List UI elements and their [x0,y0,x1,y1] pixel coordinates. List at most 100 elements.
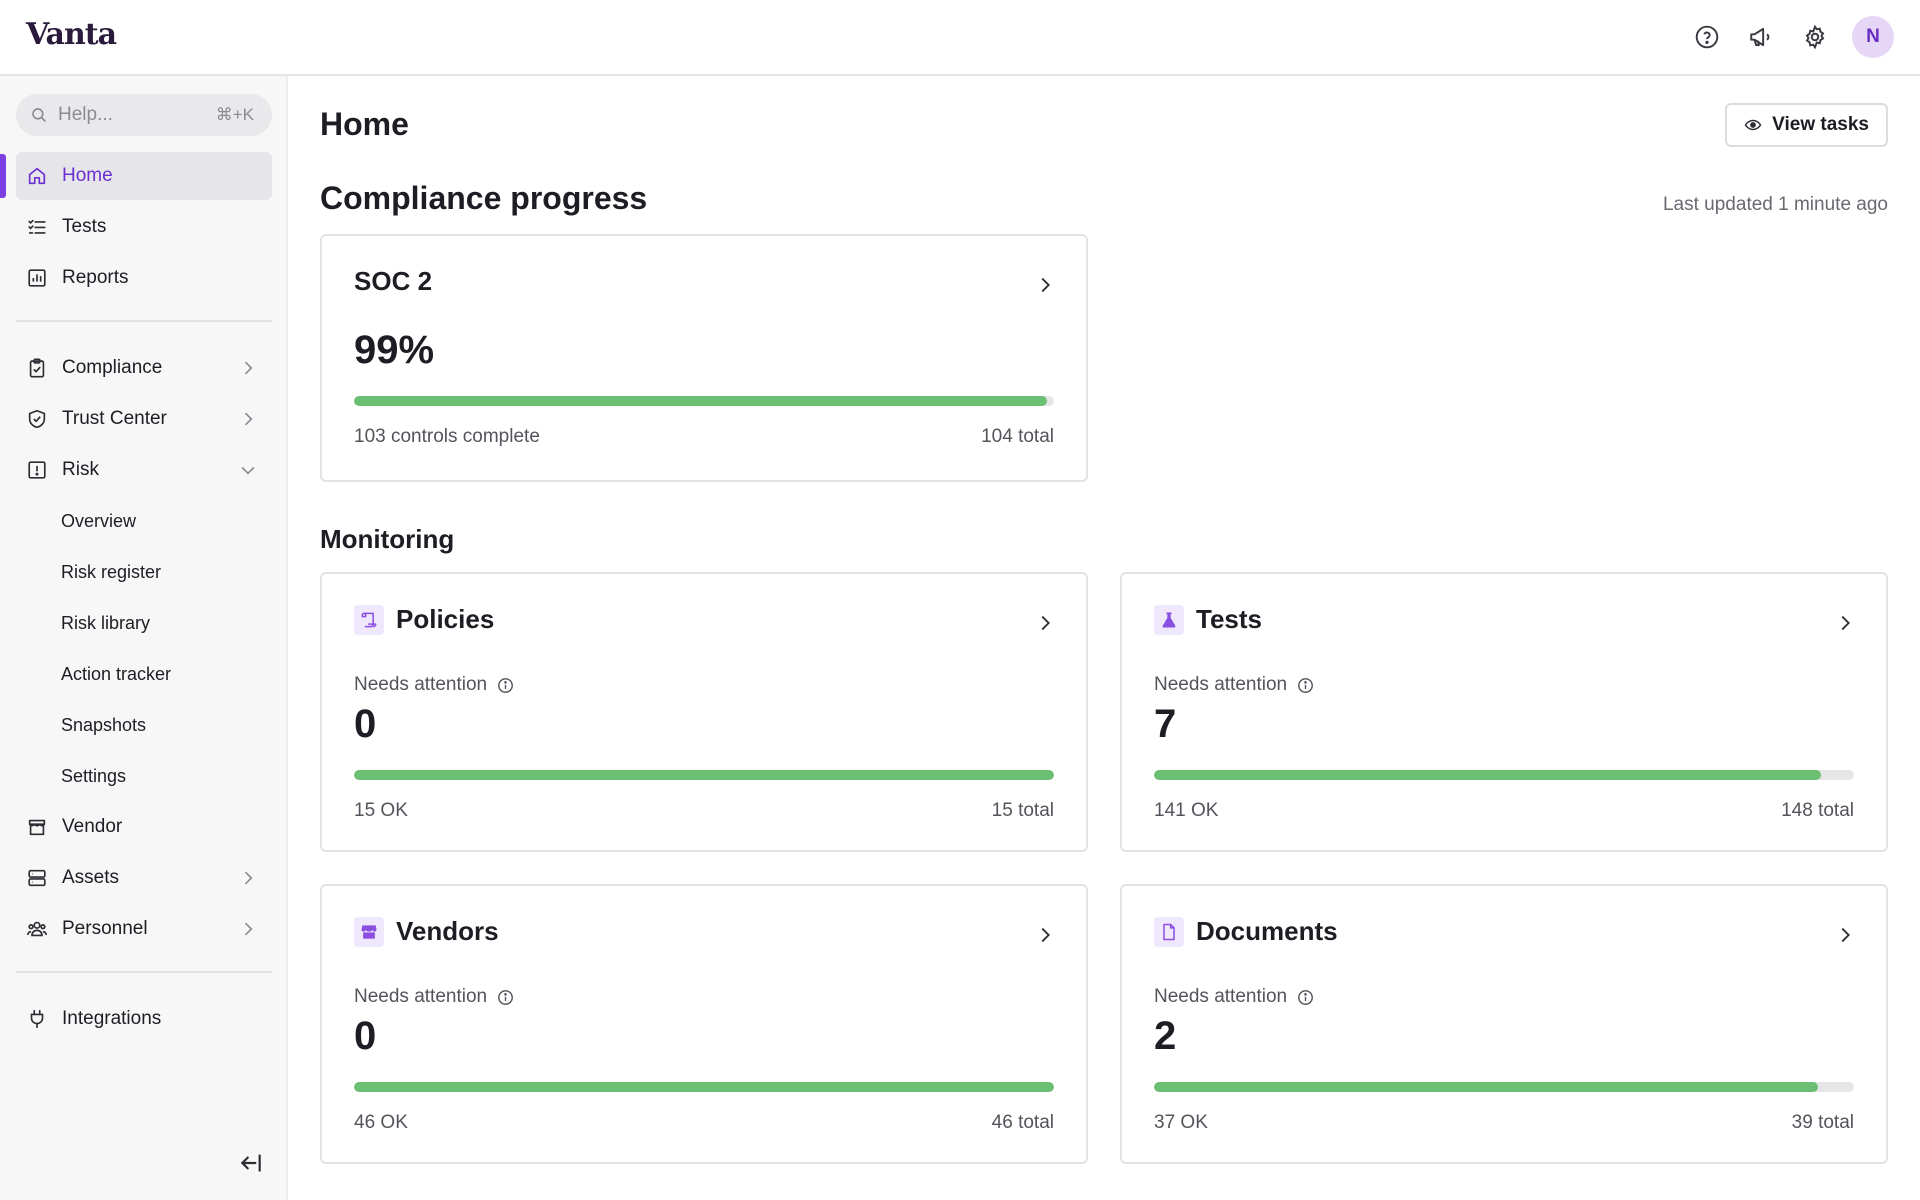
help-search-input[interactable]: Help... ⌘+K [16,94,272,136]
collapse-sidebar-icon[interactable] [238,1150,264,1176]
megaphone-icon[interactable] [1744,20,1778,54]
storefront-icon [26,816,48,838]
tests-progress-bar [1154,770,1854,780]
home-icon [26,165,48,187]
vendors-title: Vendors [354,916,499,947]
tests-card[interactable]: Tests Needs attention 7 141 OK 148 total [1120,572,1888,852]
info-icon[interactable] [497,989,514,1006]
chevron-right-icon[interactable] [1834,924,1856,946]
chevron-right-icon[interactable] [1034,612,1056,634]
needs-attention-text: Needs attention [1154,674,1288,695]
soc2-card[interactable]: SOC 2 99% 103 controls complete 104 tota… [320,234,1088,482]
settings-gear-icon[interactable] [1798,20,1832,54]
sidebar-divider [16,320,272,322]
clipboard-check-icon [26,357,48,379]
progress-fill [354,396,1047,406]
sidebar: Help... ⌘+K Home Tests Reports Complianc… [0,76,288,1200]
ok-count: 46 OK [354,1112,408,1133]
sidebar-nav: Home Tests Reports Compliance Trust Cent… [0,152,288,1046]
ok-count: 15 OK [354,800,408,821]
chevron-right-icon[interactable] [1034,274,1056,296]
chevron-right-icon [244,361,253,375]
progress-fill [354,770,1054,780]
sidebar-item-trust-center[interactable]: Trust Center [16,395,272,443]
sidebar-item-reports[interactable]: Reports [16,254,272,302]
soc2-title: SOC 2 [354,266,433,296]
policies-card[interactable]: Policies Needs attention 0 15 OK 15 tota… [320,572,1088,852]
documents-card[interactable]: Documents Needs attention 2 37 OK 39 tot… [1120,884,1888,1164]
sidebar-item-label: Integrations [62,1008,162,1029]
search-placeholder: Help... [58,104,113,125]
info-icon[interactable] [497,677,514,694]
needs-attention-label: Needs attention [1154,986,1314,1008]
sidebar-item-personnel[interactable]: Personnel [16,905,272,953]
sidebar-item-home[interactable]: Home [0,152,272,200]
storefront-icon [354,916,384,947]
documents-progress-bar [1154,1082,1854,1092]
sidebar-divider [16,971,272,973]
sidebar-item-risk[interactable]: Risk [16,446,272,494]
sidebar-item-label: Home [62,165,113,186]
search-shortcut: ⌘+K [215,105,254,124]
sidebar-item-label: Compliance [62,357,163,378]
sidebar-item-label: Tests [62,216,107,237]
report-chart-icon [26,267,48,289]
user-avatar[interactable]: N [1852,16,1894,58]
sidebar-item-label: Personnel [62,918,148,939]
soc2-progress-bar [354,396,1054,406]
soc2-controls-total: 104 total [981,426,1054,447]
ok-count: 37 OK [1154,1112,1208,1133]
policies-progress-bar [354,770,1054,780]
sidebar-subitem-action-tracker[interactable]: Action tracker [16,650,272,698]
info-icon[interactable] [1297,677,1314,694]
sidebar-subitem-risk-library[interactable]: Risk library [16,599,272,647]
shield-check-icon [26,408,48,430]
top-actions: N [1690,16,1894,58]
sidebar-subitem-overview[interactable]: Overview [16,497,272,545]
help-icon[interactable] [1690,20,1724,54]
view-tasks-button[interactable]: View tasks [1725,103,1888,147]
sidebar-item-vendor[interactable]: Vendor [16,803,272,851]
needs-attention-label: Needs attention [354,674,514,696]
search-icon [32,108,46,122]
vendors-card[interactable]: Vendors Needs attention 0 46 OK 46 total [320,884,1088,1164]
sidebar-item-assets[interactable]: Assets [16,854,272,902]
total-count: 15 total [991,800,1054,821]
sidebar-item-label: Trust Center [62,408,167,429]
sidebar-item-tests[interactable]: Tests [16,203,272,251]
progress-fill [1154,1082,1819,1092]
info-icon[interactable] [1297,989,1314,1006]
chevron-right-icon[interactable] [1034,924,1056,946]
last-updated-text: Last updated 1 minute ago [1662,194,1888,215]
checklist-icon [26,216,48,238]
sidebar-subitem-settings[interactable]: Settings [16,752,272,800]
card-title-label: Documents [1196,916,1338,946]
sidebar-item-label: Reports [62,267,129,288]
needs-attention-label: Needs attention [1154,674,1314,696]
top-bar: Vanta N [0,0,1920,76]
document-icon [1154,916,1184,947]
ok-count: 141 OK [1154,800,1219,821]
alert-square-icon [26,459,48,481]
chevron-right-icon[interactable] [1834,612,1856,634]
plug-icon [26,1008,48,1030]
documents-title: Documents [1154,916,1338,947]
view-tasks-label: View tasks [1772,114,1869,135]
needs-attention-count: 0 [354,702,377,746]
chevron-right-icon [244,412,253,426]
sidebar-item-integrations[interactable]: Integrations [16,995,272,1043]
eye-icon [1744,119,1762,131]
vanta-logo[interactable]: Vanta [26,17,117,52]
card-title-label: Tests [1196,604,1262,634]
needs-attention-text: Needs attention [1154,986,1288,1007]
needs-attention-count: 0 [354,1014,377,1058]
sidebar-item-compliance[interactable]: Compliance [16,344,272,392]
flask-icon [1154,604,1184,635]
needs-attention-text: Needs attention [354,986,488,1007]
tests-title: Tests [1154,604,1262,635]
policies-title: Policies [354,604,494,635]
vendors-progress-bar [354,1082,1054,1092]
monitoring-heading: Monitoring [320,524,455,554]
sidebar-subitem-risk-register[interactable]: Risk register [16,548,272,596]
sidebar-subitem-snapshots[interactable]: Snapshots [16,701,272,749]
